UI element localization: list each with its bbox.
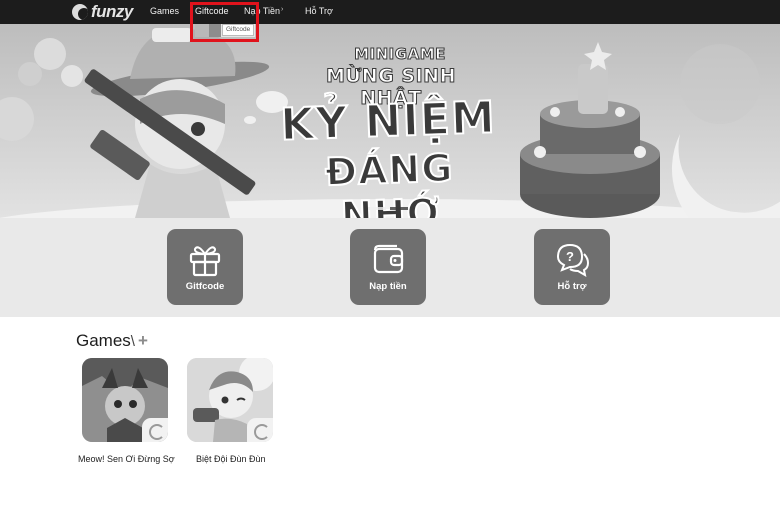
chevron-down-icon[interactable]: › bbox=[281, 6, 283, 13]
ho-tro-label: Hỗ trợ bbox=[557, 281, 587, 292]
game-thumbnail[interactable] bbox=[82, 358, 168, 442]
nap-tien-button[interactable]: Nạp tiền bbox=[350, 229, 426, 305]
game-thumbnail[interactable] bbox=[187, 358, 273, 442]
gift-icon bbox=[189, 246, 221, 277]
giftcode-button[interactable]: Gitfcode bbox=[167, 229, 243, 305]
funzy-logo[interactable]: funzy bbox=[72, 2, 133, 22]
carousel-dots bbox=[368, 207, 408, 210]
svg-text:?: ? bbox=[566, 249, 574, 264]
hero-banner[interactable]: MINIGAME MỪNG SINH NHẬT KỶ NIỆM ĐÁNG NHỚ bbox=[0, 24, 780, 218]
game-name[interactable]: Biệt Đội Đùn Đùn bbox=[196, 454, 266, 464]
game-platform-icon bbox=[142, 418, 168, 442]
game-platform-icon bbox=[247, 418, 273, 442]
banner-minigame: MINIGAME bbox=[354, 45, 446, 64]
highlight-box bbox=[190, 2, 259, 42]
carousel-dot-active[interactable] bbox=[390, 207, 408, 210]
ho-tro-button[interactable]: ? Hỗ trợ bbox=[534, 229, 610, 305]
logo-text: funzy bbox=[91, 2, 133, 21]
nav-games[interactable]: Games bbox=[150, 6, 179, 16]
banner-text: MINIGAME MỪNG SINH NHẬT KỶ NIỆM ĐÁNG NHỚ bbox=[0, 24, 780, 219]
top-nav: funzy Games Giftcode Nạp Tiền › Hỗ Trợ bbox=[0, 0, 780, 24]
quick-actions: Gitfcode Nạp tiền ? Hỗ trợ bbox=[0, 218, 780, 317]
nap-tien-label: Nạp tiền bbox=[369, 281, 407, 292]
giftcode-label: Gitfcode bbox=[185, 281, 225, 292]
banner-title-line1: KỶ NIỆM bbox=[279, 91, 498, 151]
games-title: Games bbox=[76, 331, 131, 350]
funzy-logo-icon bbox=[72, 4, 88, 20]
games-heading: Games\ + bbox=[76, 331, 148, 351]
help-chat-icon: ? bbox=[556, 243, 590, 277]
game-name[interactable]: Meow! Sen Ơi Đừng Sợ bbox=[78, 454, 175, 464]
games-add-icon[interactable]: + bbox=[138, 331, 148, 350]
carousel-dot[interactable] bbox=[368, 207, 386, 210]
games-separator: \ bbox=[130, 333, 135, 350]
wallet-icon bbox=[373, 244, 404, 274]
nav-ho-tro[interactable]: Hỗ Trợ bbox=[305, 6, 333, 16]
